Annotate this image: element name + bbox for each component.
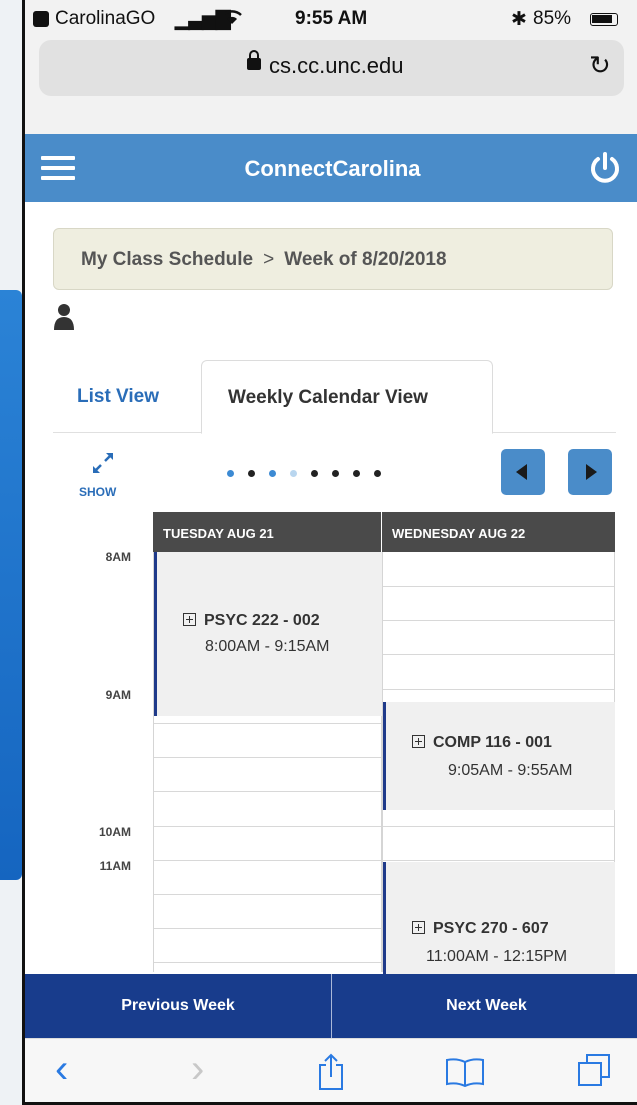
event-time: 11:00AM - 12:15PM [426, 948, 568, 965]
expand-plus-icon[interactable] [412, 735, 425, 748]
back-icon[interactable]: ‹ [55, 1047, 68, 1092]
background-window-edge [0, 290, 22, 880]
page-indicator [227, 464, 395, 482]
grid-line [383, 826, 614, 827]
breadcrumb: My Class Schedule > Week of 8/20/2018 [53, 228, 613, 290]
grid-line [154, 928, 381, 929]
grid-line [154, 826, 381, 827]
carrier-back-icon [33, 11, 49, 27]
expand-icon[interactable] [90, 450, 116, 476]
url-bar[interactable]: cs.cc.unc.edu ↻ [39, 40, 624, 96]
page-dot[interactable] [290, 470, 297, 477]
event-title: PSYC 270 - 607 [412, 920, 549, 938]
grid-line [154, 894, 381, 895]
tab-weekly-label: Weekly Calendar View [228, 387, 428, 408]
day-header-tuesday: TUESDAY AUG 21 [153, 512, 381, 552]
page-dot[interactable] [374, 470, 381, 477]
day-header-wednesday: WEDNESDAY AUG 22 [382, 512, 615, 552]
lock-icon [247, 50, 261, 70]
event-course: PSYC 222 - 002 [204, 612, 320, 629]
tabs-icon[interactable] [577, 1053, 611, 1092]
expand-plus-icon[interactable] [412, 921, 425, 934]
time-label-10am: 10AM [98, 825, 131, 839]
grid-line [154, 860, 381, 861]
grid-line [154, 962, 381, 963]
battery-icon [590, 13, 618, 26]
grid-line [383, 586, 614, 587]
expand-plus-icon[interactable] [183, 613, 196, 626]
day-column-tuesday: PSYC 222 - 002 8:00AM - 9:15AM [153, 552, 382, 972]
browser-toolbar: ‹ › [25, 1038, 637, 1102]
reload-icon[interactable]: ↻ [589, 52, 611, 78]
event-title: PSYC 222 - 002 [183, 612, 320, 630]
day-column-wednesday: COMP 116 - 001 9:05AM - 9:55AM PSYC 270 … [382, 552, 615, 974]
next-week-button[interactable]: Next Week [333, 974, 637, 1038]
bluetooth-icon: ✱ [511, 9, 527, 30]
bookmarks-icon[interactable] [445, 1057, 485, 1092]
carrier-name: CarolinaGO [55, 8, 156, 29]
event-comp-116[interactable]: COMP 116 - 001 9:05AM - 9:55AM [383, 702, 615, 810]
app-header: ConnectCarolina [25, 134, 637, 202]
url-text: cs.cc.unc.edu [269, 53, 404, 78]
page-dot[interactable] [353, 470, 360, 477]
grid-line [383, 860, 614, 861]
phone-screen: CarolinaGO ▁▃▅▇ 9:55 AM ✱ 85% cs.cc.unc.… [22, 0, 637, 1105]
page-dot[interactable] [332, 470, 339, 477]
event-psyc-222[interactable]: PSYC 222 - 002 8:00AM - 9:15AM [154, 552, 382, 716]
breadcrumb-item-schedule[interactable]: My Class Schedule [81, 249, 253, 270]
arrow-left-icon [516, 464, 527, 480]
time-label-8am: 8AM [105, 550, 131, 564]
event-title: COMP 116 - 001 [412, 734, 552, 752]
time-label-9am: 9AM [105, 688, 131, 702]
page-dot[interactable] [269, 470, 276, 477]
app-title: ConnectCarolina [244, 156, 421, 181]
status-time: 9:55 AM [295, 8, 368, 29]
grid-line [154, 723, 381, 724]
event-time: 8:00AM - 9:15AM [205, 638, 330, 655]
tab-weekly-calendar-view[interactable]: Weekly Calendar View [201, 360, 493, 434]
previous-day-button[interactable] [501, 449, 545, 495]
event-psyc-270[interactable]: PSYC 270 - 607 11:00AM - 12:15PM [383, 862, 615, 974]
show-label[interactable]: SHOW [79, 485, 116, 499]
breadcrumb-separator: > [263, 249, 275, 270]
page-dot[interactable] [311, 470, 318, 477]
event-course: PSYC 270 - 607 [433, 920, 549, 937]
person-icon [53, 303, 75, 331]
wifi-icon [221, 8, 243, 32]
grid-line [383, 620, 614, 621]
grid-line [383, 654, 614, 655]
power-icon[interactable] [585, 148, 625, 188]
browser-url-area: cs.cc.unc.edu ↻ [25, 36, 637, 134]
previous-week-button[interactable]: Previous Week [25, 974, 332, 1038]
time-label-11am: 11AM [99, 859, 131, 873]
week-navigation: Previous Week Next Week [25, 974, 637, 1038]
share-icon[interactable] [317, 1053, 345, 1096]
grid-line [154, 757, 381, 758]
grid-line [383, 689, 614, 690]
status-bar: CarolinaGO ▁▃▅▇ 9:55 AM ✱ 85% [25, 0, 637, 36]
tab-list-view[interactable]: List View [77, 386, 159, 408]
arrow-right-icon [586, 464, 597, 480]
battery-percent: 85% [533, 8, 572, 29]
event-course: COMP 116 - 001 [433, 734, 552, 751]
page-dot[interactable] [227, 470, 234, 477]
breadcrumb-item-week: Week of 8/20/2018 [284, 249, 447, 270]
page-dot[interactable] [248, 470, 255, 477]
next-day-button[interactable] [568, 449, 612, 495]
event-time: 9:05AM - 9:55AM [448, 762, 573, 779]
grid-line [154, 791, 381, 792]
forward-icon[interactable]: › [191, 1047, 204, 1092]
